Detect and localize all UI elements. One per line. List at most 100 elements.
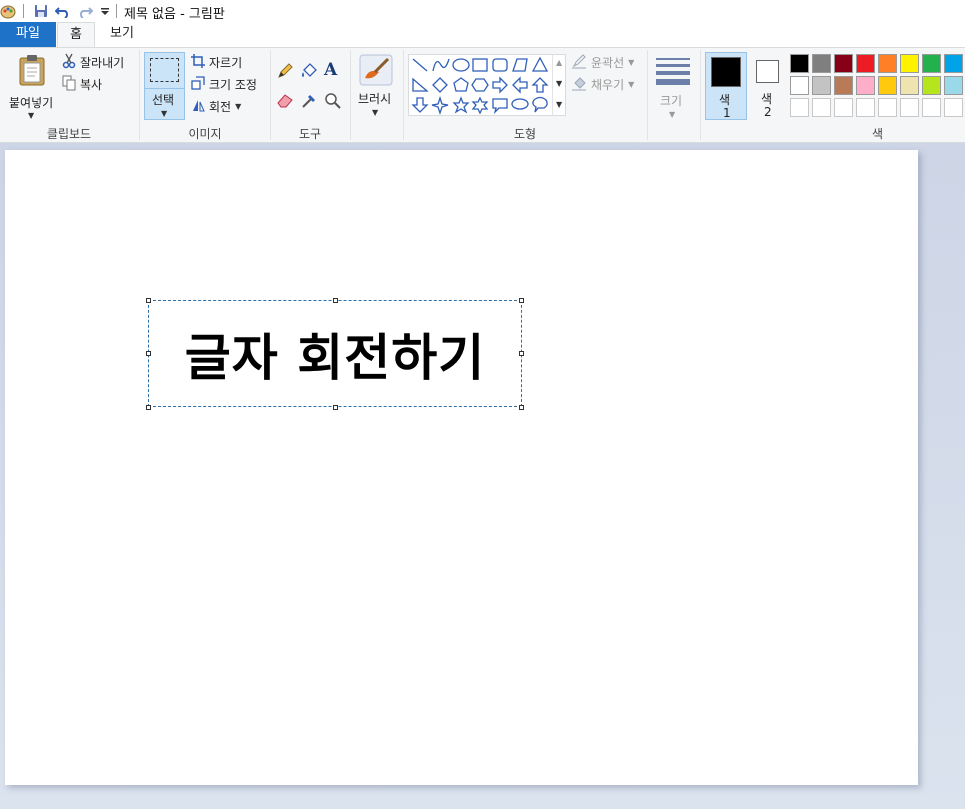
color2-swatch xyxy=(756,60,779,83)
undo-icon[interactable] xyxy=(55,3,71,19)
palette-color-swatch[interactable] xyxy=(922,54,941,73)
group-divider xyxy=(647,50,648,140)
crop-icon xyxy=(191,53,205,71)
palette-color-swatch[interactable] xyxy=(900,54,919,73)
palette-color-swatch[interactable] xyxy=(812,76,831,95)
palette-color-swatch[interactable] xyxy=(856,98,875,117)
rotate-button[interactable]: 회전 ▼ xyxy=(191,96,241,116)
rotate-icon xyxy=(191,98,205,115)
outline-label: 윤곽선 xyxy=(591,55,625,70)
chevron-down-icon: ▼ xyxy=(628,79,635,89)
selection-box[interactable] xyxy=(148,300,522,407)
palette-color-swatch[interactable] xyxy=(944,54,963,73)
resize-handle-se[interactable] xyxy=(519,405,524,410)
palette-color-swatch[interactable] xyxy=(834,98,853,117)
palette-color-swatch[interactable] xyxy=(812,98,831,117)
palette-color-swatch[interactable] xyxy=(922,76,941,95)
chevron-down-icon: ▼ xyxy=(372,108,379,117)
palette-color-swatch[interactable] xyxy=(900,76,919,95)
palette-color-swatch[interactable] xyxy=(944,76,963,95)
paste-button[interactable]: 붙여넣기 ▼ xyxy=(6,52,56,120)
title-separator xyxy=(116,4,117,18)
magnifier-icon[interactable] xyxy=(324,92,342,113)
select-label: 선택 xyxy=(152,93,175,107)
palette-color-swatch[interactable] xyxy=(878,76,897,95)
resize-handle-ne[interactable] xyxy=(519,298,524,303)
group-label-image: 이미지 xyxy=(188,127,222,141)
palette-color-swatch[interactable] xyxy=(790,76,809,95)
text-tool-icon[interactable]: A xyxy=(324,60,337,80)
color2-button[interactable]: 색 2 xyxy=(752,52,784,120)
chevron-down-icon: ▼ xyxy=(235,101,242,111)
brush-label: 브러시 xyxy=(358,92,392,106)
palette-color-swatch[interactable] xyxy=(878,98,897,117)
select-button[interactable]: 선택 ▼ xyxy=(144,52,185,120)
save-icon[interactable] xyxy=(33,3,49,19)
eraser-icon[interactable] xyxy=(276,92,294,111)
color-picker-icon[interactable] xyxy=(300,92,318,113)
line-width-icon xyxy=(656,58,690,85)
resize-button[interactable]: 크기 조정 xyxy=(191,74,257,94)
chevron-down-icon: ▼ xyxy=(28,111,35,120)
paint-app-icon[interactable] xyxy=(0,3,16,19)
resize-handle-nw[interactable] xyxy=(146,298,151,303)
palette-color-swatch[interactable] xyxy=(834,54,853,73)
resize-icon xyxy=(191,75,205,93)
outline-button[interactable]: 윤곽선 ▼ xyxy=(571,52,634,72)
palette-color-swatch[interactable] xyxy=(856,76,875,95)
color1-button[interactable]: 색 1 xyxy=(705,52,747,120)
clipboard-icon xyxy=(18,54,46,89)
drawing-canvas[interactable] xyxy=(5,150,918,785)
pencil-icon[interactable] xyxy=(276,62,294,83)
fill-button[interactable]: 채우기 ▼ xyxy=(571,74,634,94)
resize-handle-e[interactable] xyxy=(519,351,524,356)
group-label-colors: 색 xyxy=(871,127,884,141)
resize-label: 크기 조정 xyxy=(209,77,257,92)
chevron-down-icon: ▼ xyxy=(161,109,168,118)
tab-home[interactable]: 홈 xyxy=(57,22,95,47)
redo-icon[interactable] xyxy=(77,3,93,19)
group-divider xyxy=(700,50,701,140)
resize-handle-s[interactable] xyxy=(333,405,338,410)
customize-toolbar-icon[interactable] xyxy=(97,3,113,19)
tab-file[interactable]: 파일 xyxy=(0,22,56,47)
shapes-row xyxy=(410,56,550,119)
chevron-down-icon: ▼ xyxy=(669,110,676,119)
paste-label: 붙여넣기 xyxy=(9,96,54,110)
palette-color-swatch[interactable] xyxy=(922,98,941,117)
palette-color-swatch[interactable] xyxy=(790,98,809,117)
fill-icon xyxy=(571,75,587,94)
color2-number: 2 xyxy=(764,105,772,119)
palette-color-swatch[interactable] xyxy=(812,54,831,73)
gallery-scroll[interactable]: ▲ ▼ ▼ xyxy=(552,55,567,115)
crop-label: 자르기 xyxy=(209,55,243,70)
palette-color-swatch[interactable] xyxy=(944,98,963,117)
size-button[interactable]: 크기 ▼ xyxy=(652,52,694,120)
crop-button[interactable]: 자르기 xyxy=(191,52,242,72)
resize-handle-n[interactable] xyxy=(333,298,338,303)
cut-button[interactable]: 잘라내기 xyxy=(62,52,124,72)
scissors-icon xyxy=(62,53,76,72)
palette-color-swatch[interactable] xyxy=(856,54,875,73)
group-label-tools: 도구 xyxy=(298,127,322,141)
gallery-expand-icon[interactable]: ▼ xyxy=(556,100,562,109)
cut-label: 잘라내기 xyxy=(80,55,125,70)
palette-color-swatch[interactable] xyxy=(834,76,853,95)
ribbon: 붙여넣기 ▼ 잘라내기 복사 클립보드 선택 ▼ 자르기 크기 조정 회전 ▼ … xyxy=(0,47,965,143)
title-separator xyxy=(23,4,24,18)
rotate-label: 회전 xyxy=(209,99,232,114)
palette-color-swatch[interactable] xyxy=(878,54,897,73)
palette-color-swatch[interactable] xyxy=(900,98,919,117)
ribbon-tabs: 파일 홈 보기 xyxy=(0,22,965,47)
selection-rect-icon xyxy=(150,58,179,82)
brush-icon xyxy=(359,54,393,89)
copy-button[interactable]: 복사 xyxy=(62,74,102,94)
fill-bucket-icon[interactable] xyxy=(300,62,318,83)
palette-color-swatch[interactable] xyxy=(790,54,809,73)
scroll-down-icon[interactable]: ▼ xyxy=(556,79,562,88)
scroll-up-icon[interactable]: ▲ xyxy=(556,58,562,67)
resize-handle-sw[interactable] xyxy=(146,405,151,410)
resize-handle-w[interactable] xyxy=(146,351,151,356)
tab-view[interactable]: 보기 xyxy=(100,22,144,47)
brush-button[interactable]: 브러시 ▼ xyxy=(355,52,397,120)
